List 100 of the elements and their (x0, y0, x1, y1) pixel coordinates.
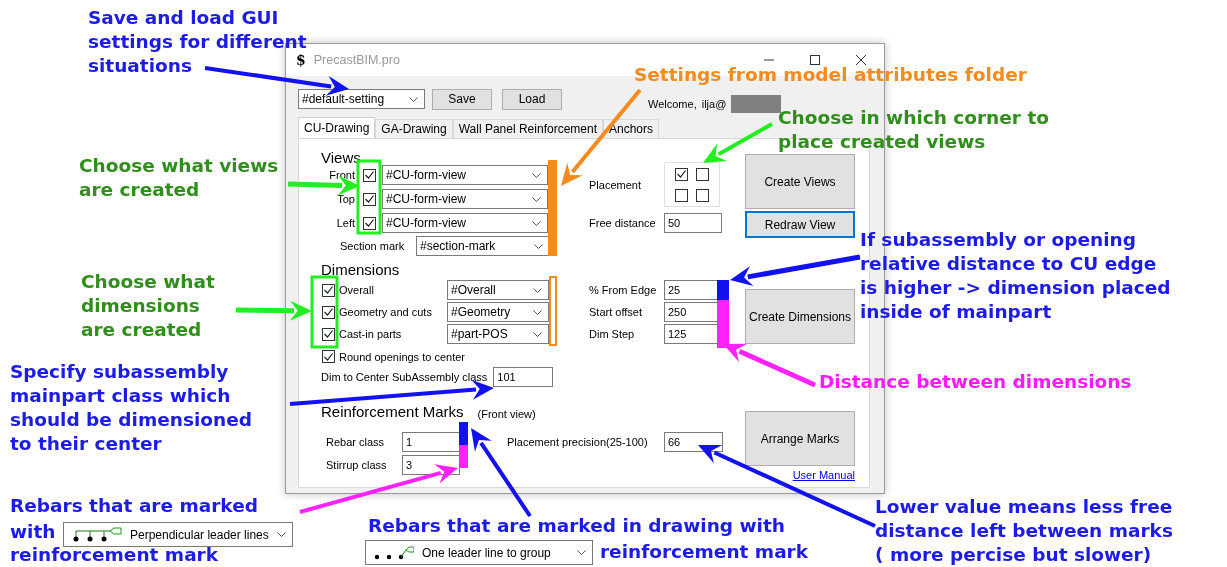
dropdown[interactable]: #Overall (447, 280, 549, 300)
field-label: % From Edge (589, 284, 658, 296)
annotation-text: situations (88, 54, 192, 78)
dropdown[interactable]: #CU-form-view (382, 213, 548, 233)
annotation-text: If subassembly or opening (860, 228, 1136, 252)
dropdown[interactable]: #Geometry (447, 302, 549, 322)
caret-icon (409, 96, 418, 102)
section-heading: Reinforcement Marks (321, 403, 464, 421)
section-heading: Views (321, 149, 362, 167)
create-views-button[interactable]: Create Views (745, 154, 855, 209)
window-title: PrecastBIM.pro (313, 53, 401, 67)
annotation-text: Lower value means less free (875, 495, 1173, 519)
annotation-text: Choose what views (79, 154, 279, 178)
caret-icon (532, 172, 541, 178)
caret-icon (277, 532, 286, 537)
caret-icon (534, 243, 543, 249)
checkbox[interactable] (322, 350, 335, 363)
leader-line-icon (374, 545, 414, 560)
checkbox[interactable] (363, 192, 376, 206)
input-field[interactable]: 1 (402, 431, 460, 452)
app-icon: $ (296, 52, 306, 68)
checkbox[interactable] (363, 216, 376, 230)
checkbox[interactable] (322, 327, 335, 341)
caret-icon (577, 550, 586, 555)
dropdown[interactable]: Perpendicular leader lines (63, 522, 293, 547)
input-field[interactable]: 125 (664, 324, 719, 344)
dropdown[interactable]: #section-mark (416, 236, 550, 256)
annotation-text: with (10, 520, 56, 544)
field-label: Placement (589, 178, 642, 191)
redraw-view-button[interactable]: Redraw View (745, 211, 855, 238)
annotation-text: Distance between dimensions (819, 370, 1132, 394)
annotation-text: Choose what (81, 270, 215, 294)
user-manual-link[interactable]: User Manual (792, 469, 855, 481)
checkbox[interactable] (675, 188, 688, 202)
annotation-text: relative distance to CU edge (860, 252, 1157, 276)
annotation-text: Choose in which corner to (778, 106, 1049, 130)
caret-icon (532, 196, 541, 202)
input-field[interactable]: 250 (664, 302, 719, 322)
dropdown[interactable]: #CU-form-view (382, 189, 548, 209)
arrange-marks-button[interactable]: Arrange Marks (745, 411, 855, 466)
tab[interactable]: Wall Panel Reinforcement (452, 119, 603, 138)
highlight-frame (549, 276, 557, 346)
checkbox[interactable] (696, 167, 709, 181)
annotation-text: Specify subassembly (10, 360, 229, 384)
annotation-text: is higher -> dimension placed (860, 276, 1171, 300)
field-label: Top (336, 193, 355, 205)
checkbox[interactable] (322, 305, 335, 319)
field-label: Left (335, 217, 355, 229)
annotation-text: Save and load GUI (88, 6, 279, 30)
annotation-text: reinforcement mark (600, 540, 809, 564)
annotation-text: mainpart class which (10, 384, 231, 408)
caret-icon (533, 331, 542, 337)
dropdown[interactable]: #part-POS (447, 324, 549, 344)
checkbox-label: Cast-in parts (339, 328, 403, 340)
annotation-text: to their center (10, 432, 162, 456)
field-label: Front (328, 169, 355, 181)
create-dimensions-button[interactable]: Create Dimensions (745, 289, 855, 344)
load-button[interactable]: Load (502, 88, 562, 110)
field-label: Section mark (340, 240, 406, 252)
save-button[interactable]: Save (432, 88, 492, 110)
annotation-text: settings for different (88, 30, 307, 54)
input-field[interactable]: 66 (664, 431, 723, 452)
dropdown[interactable]: One leader line to group (365, 540, 593, 565)
annotation-text: inside of mainpart (860, 300, 1052, 324)
dropdown[interactable]: #CU-form-view (382, 165, 548, 185)
annotation-text: Settings from model attributes folder (634, 63, 1027, 87)
caret-icon (533, 309, 542, 315)
field-label: Stirrup class (326, 458, 388, 471)
field-label: Dim Step (589, 328, 636, 340)
caret-icon (532, 220, 541, 226)
annotation-text: place created views (778, 130, 986, 154)
checkbox-label: Geometry and cuts (339, 306, 433, 318)
dropdown[interactable]: #default-setting (298, 89, 425, 109)
input-field[interactable]: 101 (493, 366, 554, 387)
welcome-text: Welcome, (648, 98, 697, 110)
marker-bar (459, 445, 468, 468)
checkbox[interactable] (322, 283, 335, 297)
field-label: Dim to Center SubAssembly class (321, 370, 488, 383)
checkbox-label: Overall (339, 284, 375, 296)
annotation-text: distance left between marks (875, 519, 1173, 543)
checkbox[interactable] (696, 188, 709, 202)
maximize-icon[interactable] (810, 55, 820, 65)
field-label: Placement precision(25-100) (507, 435, 649, 448)
input-field[interactable]: 50 (664, 213, 722, 233)
tab[interactable]: CU-Drawing (298, 117, 376, 138)
annotation-text: ( more percise but slower) (875, 543, 1152, 567)
user-name: ilja@ (701, 98, 727, 110)
caret-icon (533, 287, 542, 293)
leader-lines-icon (72, 526, 122, 543)
close-icon[interactable] (856, 55, 866, 65)
annotation-text: are created (81, 318, 202, 342)
field-label: Free distance (589, 217, 657, 229)
input-field[interactable]: 25 (664, 280, 719, 300)
field-label: Start offset (589, 306, 643, 318)
annotation-text: Rebars that are marked in drawing with (368, 514, 785, 538)
checkbox[interactable] (363, 168, 376, 182)
annotation-text: Rebars that are marked (10, 494, 258, 518)
checkbox[interactable] (675, 167, 688, 181)
tab[interactable]: GA-Drawing (375, 119, 453, 138)
annotation-text: dimensions (81, 294, 200, 318)
